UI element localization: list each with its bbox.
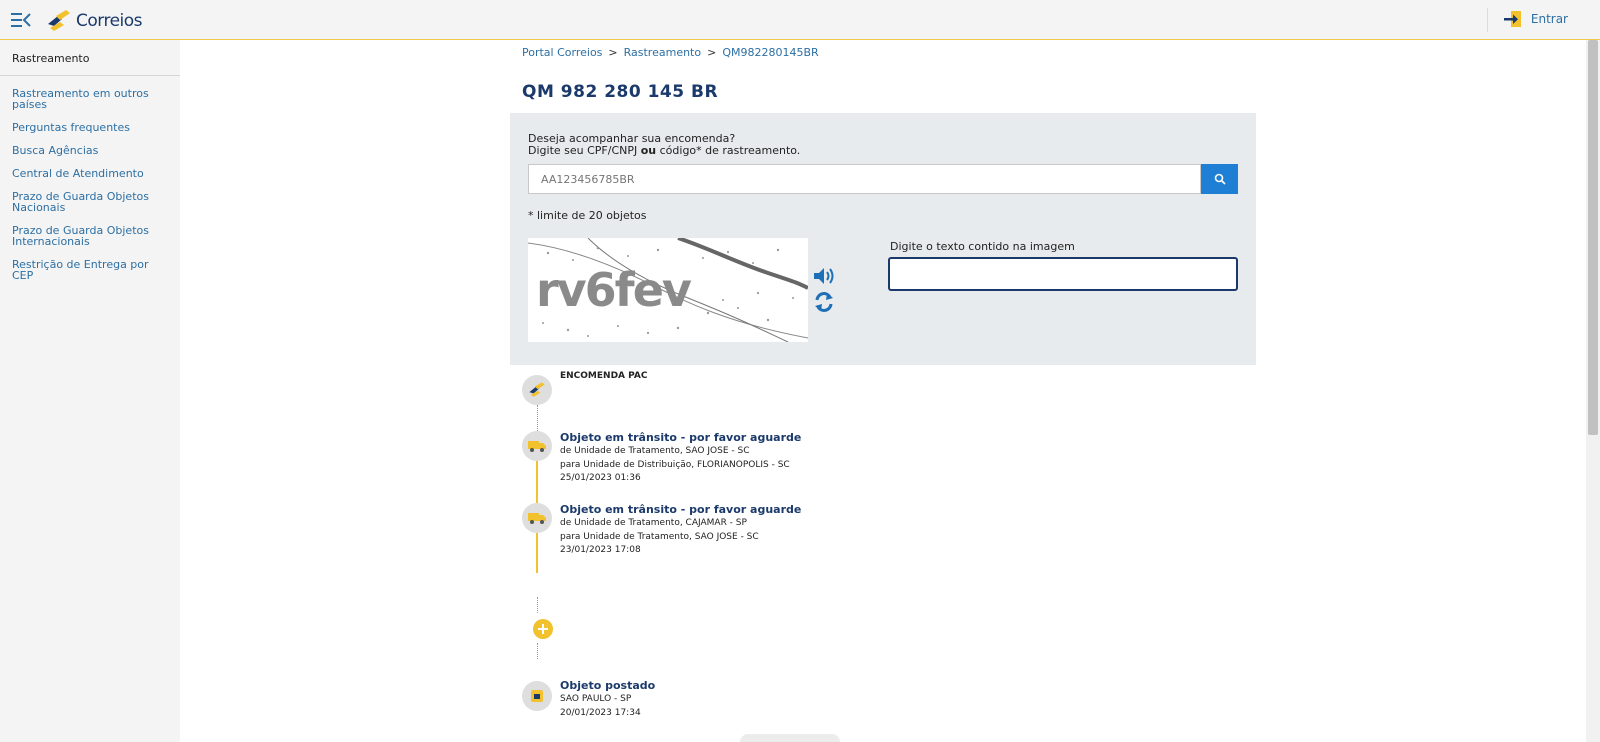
sidebar-item-outros-paises[interactable]: Rastreamento em outros países: [12, 88, 168, 110]
login-label: Entrar: [1530, 12, 1568, 26]
event-datetime: 20/01/2023 17:34: [560, 707, 641, 718]
sidebar-item-perguntas-frequentes[interactable]: Perguntas frequentes: [12, 122, 168, 133]
refresh-captcha-icon[interactable]: [813, 291, 835, 317]
timeline-event: Objeto postado SAO PAULO - SP 20/01/2023…: [560, 679, 655, 720]
timeline-dotted-connector: [537, 597, 538, 613]
mailbox-icon: [522, 681, 552, 711]
sidebar-item-restricao-entrega[interactable]: Restrição de Entrega por CEP: [12, 259, 168, 281]
menu-toggle-icon[interactable]: [10, 10, 32, 30]
timeline-dotted-connector: [537, 643, 538, 659]
captcha-text: rv6fev: [536, 263, 692, 317]
sidebar-list: Rastreamento em outros países Perguntas …: [0, 76, 180, 281]
shipment-type-label: ENCOMENDA PAC: [560, 371, 648, 381]
truck-icon: [522, 431, 552, 461]
timeline-connector: [536, 461, 538, 503]
logo-text: Correios: [76, 11, 143, 31]
breadcrumb-current[interactable]: QM982280145BR: [722, 46, 818, 59]
search-prompt-line2: Digite seu CPF/CNPJ ou código* de rastre…: [528, 145, 800, 157]
expand-events-button[interactable]: [533, 619, 553, 639]
scrollbar-thumb[interactable]: [1588, 40, 1598, 435]
bottom-edge: [740, 734, 840, 742]
breadcrumb-separator: >: [707, 46, 717, 59]
tracking-code-input[interactable]: [528, 164, 1201, 194]
audio-captcha-icon[interactable]: [812, 266, 836, 290]
event-from: de Unidade de Tratamento, SAO JOSE - SC: [560, 446, 750, 456]
event-datetime: 23/01/2023 17:08: [560, 545, 641, 555]
captcha-label: Digite o texto contido na imagem: [890, 240, 1075, 253]
breadcrumb-rastreamento[interactable]: Rastreamento: [624, 46, 701, 59]
tracking-timeline: ENCOMENDA PAC Objeto em trânsito - por f…: [520, 371, 1120, 742]
breadcrumb-portal[interactable]: Portal Correios: [522, 46, 602, 59]
event-datetime: 25/01/2023 01:36: [560, 473, 641, 483]
correios-status-icon: [522, 375, 552, 405]
search-prompt: Deseja acompanhar sua encomenda? Digite …: [528, 133, 800, 157]
timeline-event: Objeto em trânsito - por favor aguarde d…: [560, 503, 801, 558]
event-title: Objeto em trânsito - por favor aguarde: [560, 503, 802, 516]
sidebar-title: Rastreamento: [0, 40, 180, 76]
search-button[interactable]: [1201, 164, 1238, 194]
event-title: Objeto postado: [560, 679, 656, 692]
limit-note: * limite de 20 objetos: [528, 209, 647, 222]
top-bar: Correios Entrar: [0, 0, 1600, 40]
sidebar: Rastreamento Rastreamento em outros país…: [0, 40, 180, 742]
timeline-event: Objeto em trânsito - por favor aguarde d…: [560, 431, 801, 486]
correios-logo-icon: [48, 10, 70, 31]
page-scrollbar[interactable]: [1586, 40, 1600, 742]
header-divider: [1487, 8, 1488, 32]
event-title: Objeto em trânsito - por favor aguarde: [560, 431, 802, 444]
search-panel: Deseja acompanhar sua encomenda? Digite …: [510, 113, 1256, 365]
event-from: de Unidade de Tratamento, CAJAMAR - SP: [560, 518, 747, 528]
search-prompt-or: ou: [640, 144, 657, 157]
captcha-input[interactable]: [888, 257, 1238, 291]
sidebar-item-busca-agencias[interactable]: Busca Agências: [12, 145, 168, 156]
search-prompt-text: Digite seu CPF/CNPJ: [528, 144, 641, 157]
timeline-connector: [536, 533, 538, 573]
breadcrumb-separator: >: [608, 46, 618, 59]
breadcrumb: Portal Correios > Rastreamento > QM98228…: [522, 46, 819, 59]
plus-icon: [538, 624, 548, 634]
event-location: SAO PAULO - SP: [560, 694, 632, 704]
shipment-type: ENCOMENDA PAC: [560, 370, 647, 384]
event-to: para Unidade de Distribuição, FLORIANOPO…: [560, 459, 790, 470]
sidebar-item-prazo-internacionais[interactable]: Prazo de Guarda Objetos Internacionais: [12, 225, 168, 247]
page-title: QM 982 280 145 BR: [522, 82, 719, 102]
login-button[interactable]: Entrar: [1503, 9, 1568, 29]
event-to: para Unidade de Tratamento, SAO JOSE - S…: [560, 531, 759, 542]
correios-logo[interactable]: Correios: [46, 8, 143, 34]
truck-icon: [522, 503, 552, 533]
search-icon: [1214, 173, 1226, 185]
sidebar-item-central-atendimento[interactable]: Central de Atendimento: [12, 168, 168, 179]
sidebar-item-prazo-nacionais[interactable]: Prazo de Guarda Objetos Nacionais: [12, 191, 168, 213]
search-prompt-text: código* de rastreamento.: [656, 144, 801, 157]
captcha-image: rv6fev: [527, 236, 809, 343]
login-icon: [1503, 11, 1521, 27]
